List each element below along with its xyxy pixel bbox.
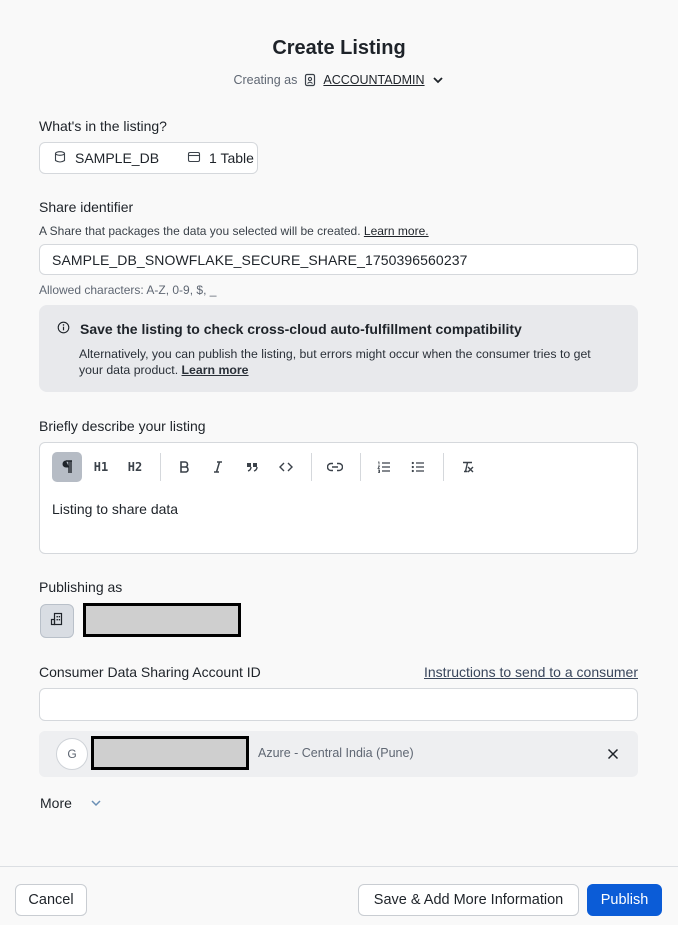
database-icon: [53, 150, 67, 167]
ordered-list-icon[interactable]: [369, 452, 399, 482]
organization-avatar: [40, 604, 74, 638]
share-learn-more-link[interactable]: Learn more.: [364, 224, 429, 238]
compatibility-notice: Save the listing to check cross-cloud au…: [39, 305, 638, 392]
contents-label: What's in the listing?: [39, 118, 167, 134]
close-icon[interactable]: [604, 745, 622, 763]
share-description-text: A Share that packages the data you selec…: [39, 224, 361, 238]
allowed-characters-hint: Allowed characters: A-Z, 0-9, $, _: [39, 283, 217, 297]
share-identifier-label: Share identifier: [39, 199, 134, 215]
clear-format-icon[interactable]: [452, 452, 482, 482]
notice-title: Save the listing to check cross-cloud au…: [80, 321, 522, 337]
consumer-avatar: G: [56, 738, 88, 770]
more-toggle[interactable]: More: [40, 795, 102, 811]
paragraph-icon[interactable]: [52, 452, 82, 482]
footer-bar: Cancel Save & Add More Information Publi…: [0, 866, 678, 925]
editor-toolbar: H1 H2: [52, 452, 486, 482]
table-count: 1 Table: [209, 150, 254, 166]
publisher-name-redacted: [83, 603, 241, 637]
consumer-region: Azure - Central India (Pune): [258, 746, 414, 760]
share-description: A Share that packages the data you selec…: [39, 224, 429, 238]
description-editor[interactable]: H1 H2 Listing to share data: [39, 442, 638, 554]
cancel-button[interactable]: Cancel: [15, 884, 87, 916]
bullet-list-icon[interactable]: [403, 452, 433, 482]
building-icon: [50, 612, 64, 631]
publish-button[interactable]: Publish: [587, 884, 662, 916]
create-listing-page: Create Listing Creating as ACCOUNTADMIN …: [0, 0, 678, 925]
heading-2-button[interactable]: H2: [120, 452, 150, 482]
consumer-account-label: Consumer Data Sharing Account ID: [39, 664, 261, 680]
consumer-instructions-link[interactable]: Instructions to send to a consumer: [424, 664, 638, 680]
publishing-as-label: Publishing as: [39, 579, 123, 595]
description-text[interactable]: Listing to share data: [52, 501, 178, 517]
creating-as-row: Creating as ACCOUNTADMIN: [0, 73, 678, 87]
creating-as-label: Creating as: [233, 73, 298, 87]
consumer-entry: G Azure - Central India (Pune): [39, 731, 638, 777]
database-name: SAMPLE_DB: [75, 150, 160, 166]
link-icon[interactable]: [320, 452, 350, 482]
user-badge-icon: [303, 73, 317, 87]
chevron-down-icon: [90, 795, 102, 811]
consumer-name-redacted: [91, 736, 249, 770]
page-title: Create Listing: [272, 37, 406, 59]
save-add-more-button[interactable]: Save & Add More Information: [358, 884, 579, 916]
more-label: More: [40, 795, 72, 811]
code-icon[interactable]: [271, 452, 301, 482]
consumer-account-input[interactable]: [39, 688, 638, 721]
quote-icon[interactable]: [237, 452, 267, 482]
notice-body: Alternatively, you can publish the listi…: [79, 347, 591, 377]
chevron-down-icon[interactable]: [431, 73, 445, 87]
heading-1-button[interactable]: H1: [86, 452, 116, 482]
listing-contents-box[interactable]: SAMPLE_DB 1 Table: [39, 142, 258, 174]
info-icon: [57, 321, 70, 337]
bold-icon[interactable]: [169, 452, 199, 482]
role-selector[interactable]: ACCOUNTADMIN: [323, 73, 424, 87]
italic-icon[interactable]: [203, 452, 233, 482]
table-icon: [187, 150, 201, 167]
notice-learn-more-link[interactable]: Learn more: [182, 363, 249, 377]
description-label: Briefly describe your listing: [39, 418, 206, 434]
share-identifier-input[interactable]: SAMPLE_DB_SNOWFLAKE_SECURE_SHARE_1750396…: [39, 244, 638, 275]
